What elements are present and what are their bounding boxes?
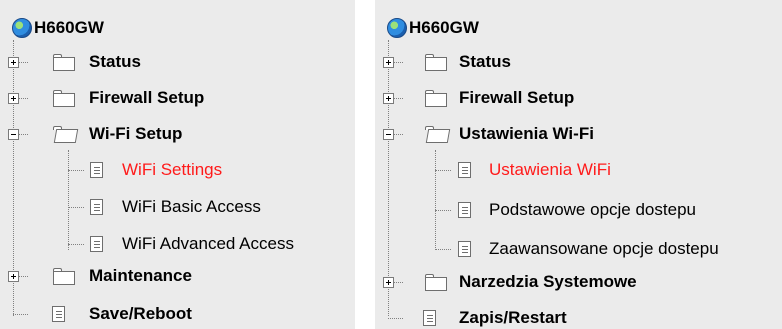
tree-item-label: Status — [89, 52, 141, 71]
tree-panel-english: H660GW Status Firewall Setup Wi-Fi Setup… — [0, 0, 355, 329]
collapse-icon[interactable] — [8, 129, 19, 140]
expand-icon[interactable] — [383, 93, 394, 104]
tree-line — [68, 170, 84, 171]
page-icon — [90, 162, 103, 178]
collapse-icon[interactable] — [383, 129, 394, 140]
tree-item-wifi-settings[interactable]: Ustawienia WiFi — [489, 152, 611, 188]
tree-item-save-reboot[interactable]: Zapis/Restart — [459, 300, 567, 329]
tree-line — [388, 318, 403, 319]
tree-item-maintenance[interactable]: Narzedzia Systemowe — [459, 264, 637, 300]
tree-item-maintenance[interactable]: Maintenance — [89, 258, 192, 294]
tree-item-firewall-setup[interactable]: Firewall Setup — [89, 80, 204, 116]
tree-item-label: WiFi Basic Access — [122, 197, 261, 216]
tree-item-label: Maintenance — [89, 266, 192, 285]
tree-item-wifi-advanced-access[interactable]: Zaawansowane opcje dostepu — [489, 231, 719, 267]
tree-root[interactable]: H660GW — [387, 10, 479, 46]
tree-item-wifi-settings[interactable]: WiFi Settings — [122, 152, 222, 188]
expand-icon[interactable] — [8, 93, 19, 104]
tree-item-wifi-setup[interactable]: Ustawienia Wi-Fi — [459, 116, 594, 152]
expand-icon[interactable] — [383, 277, 394, 288]
tree-line — [393, 98, 403, 99]
tree-item-label: Save/Reboot — [89, 304, 192, 323]
tree-item-status[interactable]: Status — [459, 44, 511, 80]
tree-item-label: Zapis/Restart — [459, 308, 567, 327]
globe-icon — [12, 18, 32, 38]
tree-line — [435, 249, 451, 250]
tree-item-label: Wi-Fi Setup — [89, 124, 183, 143]
folder-icon — [425, 54, 447, 71]
tree-line — [388, 40, 389, 316]
tree-item-label: Zaawansowane opcje dostepu — [489, 239, 719, 258]
page-icon — [458, 202, 471, 218]
tree-line — [18, 62, 28, 63]
tree-root-label: H660GW — [34, 18, 104, 37]
tree-line — [18, 134, 28, 135]
page-icon — [90, 236, 103, 252]
tree-item-label: Podstawowe opcje dostepu — [489, 200, 696, 219]
page-icon — [90, 199, 103, 215]
tree-root-label: H660GW — [409, 18, 479, 37]
tree-line — [435, 170, 451, 171]
tree-item-label: WiFi Advanced Access — [122, 234, 294, 253]
tree-line — [18, 276, 28, 277]
tree-item-wifi-basic-access[interactable]: Podstawowe opcje dostepu — [489, 192, 696, 228]
tree-item-firewall-setup[interactable]: Firewall Setup — [459, 80, 574, 116]
expand-icon[interactable] — [8, 57, 19, 68]
tree-panel-polish: H660GW Status Firewall Setup Ustawienia … — [375, 0, 782, 329]
page-icon — [458, 241, 471, 257]
folder-open-icon — [425, 126, 451, 143]
tree-item-label: Ustawienia WiFi — [489, 160, 611, 179]
tree-line — [435, 150, 436, 250]
tree-line — [68, 244, 84, 245]
tree-item-label: Ustawienia Wi-Fi — [459, 124, 594, 143]
tree-item-wifi-setup[interactable]: Wi-Fi Setup — [89, 116, 182, 152]
tree-line — [13, 314, 28, 315]
tree-item-label: WiFi Settings — [122, 160, 223, 179]
tree-root[interactable]: H660GW — [12, 10, 104, 46]
folder-icon — [53, 90, 75, 107]
tree-item-label: Firewall Setup — [89, 88, 205, 107]
page-icon — [423, 310, 436, 326]
expand-icon[interactable] — [383, 57, 394, 68]
folder-open-icon — [53, 126, 79, 143]
folder-icon — [53, 268, 75, 285]
tree-item-label: Firewall Setup — [459, 88, 575, 107]
folder-icon — [425, 274, 447, 291]
tree-item-label: Status — [459, 52, 511, 71]
tree-item-status[interactable]: Status — [89, 44, 141, 80]
tree-item-save-reboot[interactable]: Save/Reboot — [89, 296, 192, 329]
page-icon — [52, 306, 65, 322]
tree-item-wifi-basic-access[interactable]: WiFi Basic Access — [122, 189, 261, 225]
tree-line — [18, 98, 28, 99]
tree-line — [393, 134, 403, 135]
tree-line — [68, 150, 69, 250]
tree-line — [68, 207, 84, 208]
folder-icon — [425, 90, 447, 107]
globe-icon — [387, 18, 407, 38]
page-icon — [458, 162, 471, 178]
folder-icon — [53, 54, 75, 71]
tree-item-label: Narzedzia Systemowe — [459, 272, 637, 291]
expand-icon[interactable] — [8, 271, 19, 282]
tree-item-wifi-advanced-access[interactable]: WiFi Advanced Access — [122, 226, 294, 262]
tree-line — [435, 210, 451, 211]
tree-line — [393, 282, 403, 283]
tree-line — [393, 62, 403, 63]
